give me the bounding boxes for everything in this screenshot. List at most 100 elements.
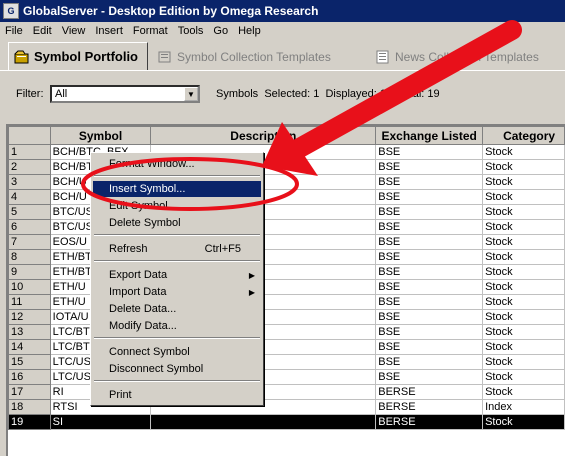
submenu-arrow-icon: ▶ xyxy=(248,270,255,280)
menu-help[interactable]: Help xyxy=(233,25,266,37)
header-symbol[interactable]: Symbol xyxy=(49,126,152,145)
header-exchange-listed[interactable]: Exchange Listed xyxy=(375,126,484,145)
filter-bar: Filter: All ▼ Symbols Selected: 1 Displa… xyxy=(0,76,565,114)
exchange-cell[interactable]: BSE xyxy=(375,159,484,175)
menu-insert[interactable]: Insert xyxy=(90,25,128,37)
exchange-cell[interactable]: BSE xyxy=(375,144,484,160)
category-cell[interactable]: Index xyxy=(482,399,565,415)
row-number[interactable]: 3 xyxy=(8,174,51,190)
row-number[interactable]: 12 xyxy=(8,309,51,325)
row-number[interactable]: 19 xyxy=(8,414,51,430)
category-cell[interactable]: Stock xyxy=(482,294,565,310)
exchange-cell[interactable]: BSE xyxy=(375,204,484,220)
tab-symbol-portfolio[interactable]: Symbol Portfolio xyxy=(8,42,148,70)
refresh-shortcut: Ctrl+F5 xyxy=(204,243,241,255)
category-cell[interactable]: Stock xyxy=(482,174,565,190)
header-row-number[interactable] xyxy=(8,126,51,145)
menu-item-delete-data[interactable]: Delete Data... xyxy=(93,301,261,317)
menu-item-insert-symbol[interactable]: Insert Symbol... xyxy=(93,181,261,197)
exchange-cell[interactable]: BSE xyxy=(375,294,484,310)
menu-item-connect-symbol[interactable]: Connect Symbol xyxy=(93,344,261,360)
table-row[interactable]: 19 SI BERSE Stock xyxy=(8,414,565,430)
filter-value: All xyxy=(55,88,68,100)
news-icon xyxy=(375,50,391,64)
menu-item-refresh[interactable]: Refresh Ctrl+F5 xyxy=(93,241,261,257)
category-cell[interactable]: Stock xyxy=(482,249,565,265)
category-cell[interactable]: Stock xyxy=(482,339,565,355)
exchange-cell[interactable]: BSE xyxy=(375,189,484,205)
exchange-cell[interactable]: BSE xyxy=(375,309,484,325)
title-bar: G GlobalServer - Desktop Edition by Omeg… xyxy=(0,0,565,22)
exchange-cell[interactable]: BSE xyxy=(375,339,484,355)
menu-item-disconnect-symbol[interactable]: Disconnect Symbol xyxy=(93,361,261,377)
exchange-cell[interactable]: BSE xyxy=(375,369,484,385)
app-icon: G xyxy=(3,3,19,19)
row-number[interactable]: 15 xyxy=(8,354,51,370)
header-description[interactable]: Description xyxy=(150,126,377,145)
menu-format[interactable]: Format xyxy=(128,25,173,37)
menu-item-delete-symbol[interactable]: Delete Symbol xyxy=(93,215,261,231)
row-number[interactable]: 10 xyxy=(8,279,51,295)
category-cell[interactable]: Stock xyxy=(482,189,565,205)
menu-item-modify-data[interactable]: Modify Data... xyxy=(93,318,261,334)
menu-edit[interactable]: Edit xyxy=(28,25,57,37)
filter-select[interactable]: All ▼ xyxy=(50,85,200,103)
row-number[interactable]: 17 xyxy=(8,384,51,400)
exchange-cell[interactable]: BSE xyxy=(375,219,484,235)
description-cell[interactable] xyxy=(150,414,377,430)
category-cell[interactable]: Stock xyxy=(482,234,565,250)
category-cell[interactable]: Stock xyxy=(482,144,565,160)
menu-item-print[interactable]: Print xyxy=(93,387,261,403)
category-cell[interactable]: Stock xyxy=(482,324,565,340)
tab-news-collection-templates[interactable]: News Collection Templates xyxy=(370,46,565,68)
row-number[interactable]: 6 xyxy=(8,219,51,235)
row-number[interactable]: 5 xyxy=(8,204,51,220)
row-number[interactable]: 13 xyxy=(8,324,51,340)
category-cell[interactable]: Stock xyxy=(482,309,565,325)
exchange-cell[interactable]: BSE xyxy=(375,249,484,265)
exchange-cell[interactable]: BERSE xyxy=(375,384,484,400)
row-number[interactable]: 1 xyxy=(8,144,51,160)
chevron-down-icon[interactable]: ▼ xyxy=(184,87,198,101)
category-cell[interactable]: Stock xyxy=(482,384,565,400)
tab-symbol-collection-templates[interactable]: Symbol Collection Templates xyxy=(152,46,364,68)
header-category[interactable]: Category xyxy=(482,126,565,145)
exchange-cell[interactable]: BSE xyxy=(375,354,484,370)
row-number[interactable]: 9 xyxy=(8,264,51,280)
category-cell[interactable]: Stock xyxy=(482,414,565,430)
category-cell[interactable]: Stock xyxy=(482,159,565,175)
exchange-cell[interactable]: BSE xyxy=(375,264,484,280)
exchange-cell[interactable]: BSE xyxy=(375,324,484,340)
row-number[interactable]: 18 xyxy=(8,399,51,415)
menu-item-export-data[interactable]: Export Data ▶ xyxy=(93,267,261,283)
row-number[interactable]: 2 xyxy=(8,159,51,175)
row-number[interactable]: 11 xyxy=(8,294,51,310)
menu-item-format-window[interactable]: Format Window... xyxy=(93,156,261,172)
exchange-cell[interactable]: BSE xyxy=(375,279,484,295)
category-cell[interactable]: Stock xyxy=(482,264,565,280)
collection-icon xyxy=(157,50,173,64)
filter-label: Filter: xyxy=(16,88,44,100)
row-number[interactable]: 4 xyxy=(8,189,51,205)
exchange-cell[interactable]: BERSE xyxy=(375,414,484,430)
category-cell[interactable]: Stock xyxy=(482,354,565,370)
menu-go[interactable]: Go xyxy=(208,25,233,37)
category-cell[interactable]: Stock xyxy=(482,204,565,220)
category-cell[interactable]: Stock xyxy=(482,369,565,385)
menu-item-import-data[interactable]: Import Data ▶ xyxy=(93,284,261,300)
exchange-cell[interactable]: BSE xyxy=(375,234,484,250)
row-number[interactable]: 7 xyxy=(8,234,51,250)
menu-file[interactable]: File xyxy=(0,25,28,37)
category-cell[interactable]: Stock xyxy=(482,219,565,235)
menu-tools[interactable]: Tools xyxy=(173,25,209,37)
row-number[interactable]: 14 xyxy=(8,339,51,355)
menu-view[interactable]: View xyxy=(57,25,91,37)
exchange-cell[interactable]: BERSE xyxy=(375,399,484,415)
symbol-cell[interactable]: SI xyxy=(49,414,152,430)
row-number[interactable]: 8 xyxy=(8,249,51,265)
exchange-cell[interactable]: BSE xyxy=(375,174,484,190)
menu-separator xyxy=(94,260,260,262)
row-number[interactable]: 16 xyxy=(8,369,51,385)
menu-item-edit-symbol[interactable]: Edit Symbol... xyxy=(93,198,261,214)
category-cell[interactable]: Stock xyxy=(482,279,565,295)
